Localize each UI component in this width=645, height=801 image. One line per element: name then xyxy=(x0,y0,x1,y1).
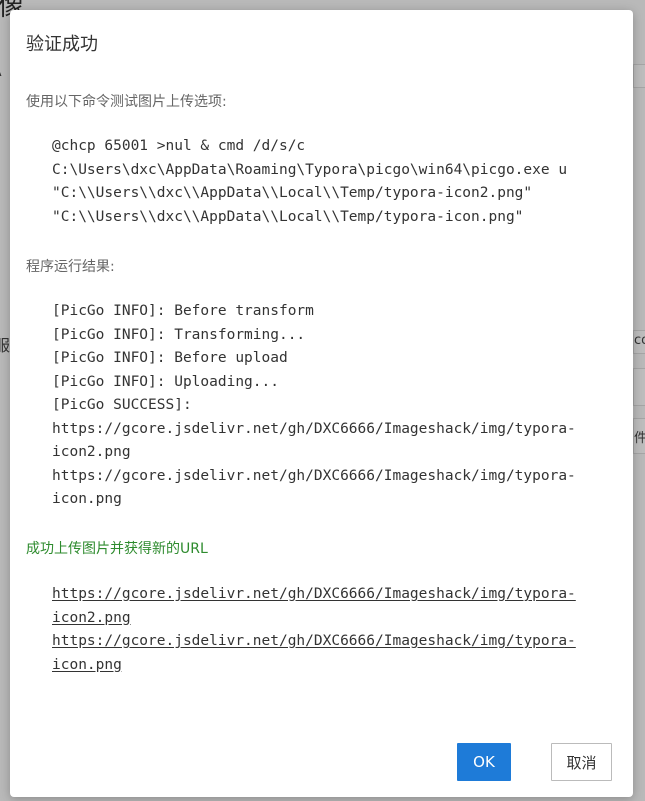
cancel-button[interactable]: 取消 xyxy=(551,743,612,781)
ok-button[interactable]: OK xyxy=(457,743,511,781)
log-line: [PicGo INFO]: Before upload xyxy=(52,350,288,366)
uploaded-url-link[interactable]: icon.png xyxy=(52,657,122,673)
command-label: 使用以下命令测试图片上传选项: xyxy=(26,94,227,110)
result-label: 程序运行结果: xyxy=(26,259,115,275)
log-line: [PicGo INFO]: Before transform xyxy=(52,303,314,319)
background-text-fragment: A xyxy=(0,64,2,80)
command-line: "C:\\Users\\dxc\\AppData\\Local\\Temp/ty… xyxy=(52,208,524,225)
background-text-fragment: 件 xyxy=(634,431,645,446)
verification-dialog: 验证成功 使用以下命令测试图片上传选项: @chcp 65001 >nul & … xyxy=(10,10,633,797)
background-text-fragment: 服 xyxy=(0,336,11,355)
command-line: C:\Users\dxc\AppData\Roaming\Typora\picg… xyxy=(52,161,568,178)
uploaded-url-list: https://gcore.jsdelivr.net/gh/DXC6666/Im… xyxy=(52,583,612,677)
log-line: https://gcore.jsdelivr.net/gh/DXC6666/Im… xyxy=(52,420,576,437)
background-button: 件 xyxy=(633,418,645,454)
command-line: "C:\\Users\\dxc\\AppData\\Local\\Temp/ty… xyxy=(52,185,533,201)
log-line: https://gcore.jsdelivr.net/gh/DXC6666/Im… xyxy=(52,467,576,484)
log-line: icon2.png xyxy=(52,444,131,460)
log-line: icon.png xyxy=(52,491,122,507)
uploaded-url-link[interactable]: https://gcore.jsdelivr.net/gh/DXC6666/Im… xyxy=(52,633,576,649)
uploaded-url-link[interactable]: icon2.png xyxy=(52,610,131,626)
uploaded-url-link[interactable]: https://gcore.jsdelivr.net/gh/DXC6666/Im… xyxy=(52,586,576,602)
command-block: @chcp 65001 >nul & cmd /d/s/c C:\Users\d… xyxy=(52,135,612,229)
log-line: [PicGo SUCCESS]: xyxy=(52,397,192,413)
result-log: [PicGo INFO]: Before transform [PicGo IN… xyxy=(52,300,612,512)
log-line: [PicGo INFO]: Uploading... xyxy=(52,373,279,390)
success-label: 成功上传图片并获得新的URL xyxy=(26,541,208,557)
command-line: @chcp 65001 >nul & cmd /d/s/c xyxy=(52,138,306,154)
dialog-title: 验证成功 xyxy=(26,34,98,55)
background-input: co xyxy=(633,330,645,354)
background-text-fragment: co xyxy=(634,333,645,348)
background-input xyxy=(633,64,645,88)
log-line: [PicGo INFO]: Transforming... xyxy=(52,326,306,343)
background-button xyxy=(633,368,645,406)
